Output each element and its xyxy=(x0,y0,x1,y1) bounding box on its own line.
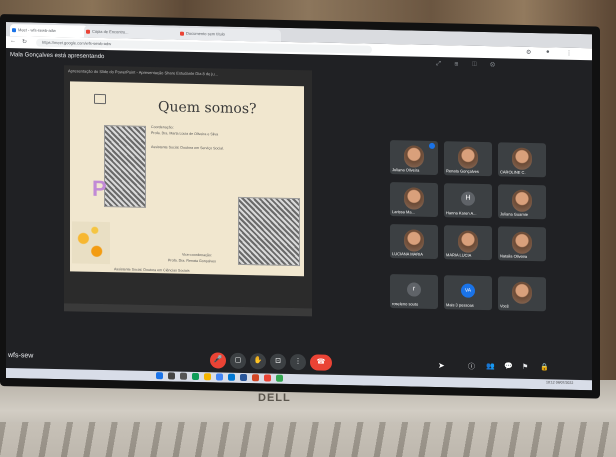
participant-name: Você xyxy=(500,303,509,309)
mic-button[interactable]: 🎤 xyxy=(210,352,226,369)
avatar: VA xyxy=(461,283,475,298)
slides-favicon-icon xyxy=(86,29,90,34)
mouse-cursor-icon: ➤ xyxy=(438,361,445,371)
participant-video xyxy=(404,187,424,210)
participant-tile[interactable]: MARIA LUCIA xyxy=(444,225,492,261)
edge-icon[interactable] xyxy=(192,372,199,381)
laptop-screen: Meet - wfs-sewb-adw Cópia de Encontro...… xyxy=(6,22,592,391)
participant-name: Mais 3 pessoas xyxy=(446,302,474,308)
more-participants-tile[interactable]: VA Mais 3 pessoas xyxy=(444,275,492,311)
menu-icon[interactable]: ⋮ xyxy=(566,50,572,57)
chrome-icon[interactable] xyxy=(264,374,271,382)
meet-favicon-icon xyxy=(12,28,16,33)
date: 08/07/2022 xyxy=(555,380,574,385)
more-options-button[interactable]: ⋮ xyxy=(290,353,306,371)
hangup-button[interactable]: ☎ xyxy=(310,354,332,371)
flowers-image xyxy=(72,221,110,265)
back-icon[interactable]: ← xyxy=(10,38,16,44)
host-controls-icon[interactable]: 🔒 xyxy=(540,363,549,371)
task-view-icon[interactable] xyxy=(180,372,187,380)
participant-video xyxy=(404,145,424,168)
self-tile[interactable]: Você xyxy=(498,276,546,312)
reload-icon[interactable]: ↻ xyxy=(22,38,27,45)
participant-name: Larissa Ma... xyxy=(392,209,415,215)
search-icon[interactable] xyxy=(168,372,175,380)
coordinator-photo xyxy=(104,125,146,208)
coordination-heading: Coordenação: xyxy=(151,125,174,130)
participant-name: Renata Gonçalves xyxy=(446,168,479,174)
participant-tile[interactable]: LUCIANA MARIA xyxy=(390,224,438,260)
participant-video xyxy=(404,229,424,252)
view-options[interactable]: ⤢ ⊞ ◫ ⚙ xyxy=(436,61,501,69)
meeting-code: wfs-sew xyxy=(8,352,34,360)
participant-name: LUCIANA MARIA xyxy=(392,251,423,257)
participant-video xyxy=(512,147,532,171)
slide-letter: P xyxy=(92,175,107,202)
app-icon[interactable] xyxy=(276,374,283,382)
keyboard xyxy=(0,422,616,457)
participant-name: Juliana Oliveira xyxy=(392,167,420,173)
participant-name: CAROLINE C. xyxy=(500,169,526,175)
tab-label: Documento sem título xyxy=(186,30,225,37)
book-icon xyxy=(94,93,106,105)
avatar: H xyxy=(461,191,475,206)
extensions-icon[interactable]: ⚙ xyxy=(526,49,531,56)
explorer-icon[interactable] xyxy=(204,373,211,381)
participant-video xyxy=(458,146,478,169)
people-icon[interactable]: 👥 xyxy=(486,362,495,370)
camera-button[interactable]: ▢ xyxy=(230,352,246,370)
vice-heading: Vice-coordenação: xyxy=(182,252,212,258)
participant-video xyxy=(458,230,478,253)
word-icon[interactable] xyxy=(240,373,247,382)
participant-tile[interactable]: r roseleno souto xyxy=(390,274,438,310)
start-icon[interactable] xyxy=(156,372,163,380)
tab-label: Meet - wfs-sewb-adw xyxy=(18,27,56,34)
participant-tile[interactable]: Natalia Oliveira xyxy=(498,226,546,262)
tab-label: Cópia de Encontro... xyxy=(92,28,129,35)
participant-video xyxy=(512,189,532,213)
raise-hand-button[interactable]: ✋ xyxy=(250,353,266,370)
profile-icon[interactable]: ● xyxy=(546,49,550,55)
participant-video xyxy=(512,281,532,305)
participant-tile[interactable]: Juliana Guarnie xyxy=(498,184,546,220)
presenter-banner: Mala Gonçalves está apresentando xyxy=(10,52,105,61)
mail-icon[interactable] xyxy=(228,373,235,381)
participant-tile[interactable]: CAROLINE C. xyxy=(498,142,546,178)
participant-tile[interactable]: Larissa Ma... xyxy=(390,182,438,218)
powerpoint-icon[interactable] xyxy=(252,374,259,382)
activities-icon[interactable]: ⚑ xyxy=(522,363,528,371)
avatar: r xyxy=(407,282,421,297)
store-icon[interactable] xyxy=(216,373,223,381)
doc-favicon-icon xyxy=(180,31,184,36)
participant-tile[interactable]: H Hanna Karen A... xyxy=(444,183,492,219)
time: 10:12 xyxy=(546,380,555,385)
info-icon[interactable]: ⓘ xyxy=(468,362,475,372)
vice-coordinator-photo xyxy=(238,196,300,267)
participant-tile[interactable]: Juliana Oliveira xyxy=(390,140,438,176)
participant-video xyxy=(512,231,532,255)
participant-name: Natalia Oliveira xyxy=(500,253,528,259)
participant-name: roseleno souto xyxy=(392,301,419,307)
slide-title: Quem somos? xyxy=(158,99,257,118)
chat-icon[interactable]: 💬 xyxy=(504,362,513,370)
participant-name: Juliana Guarnie xyxy=(500,211,529,217)
participant-name: MARIA LUCIA xyxy=(446,252,472,258)
participant-tile[interactable]: Renata Gonçalves xyxy=(444,141,492,177)
taskbar-clock: 10:12 08/07/2022 xyxy=(546,380,573,385)
present-button[interactable]: ⊡ xyxy=(270,353,286,370)
laptop-brand-logo: DELL xyxy=(258,392,291,404)
participant-name: Hanna Karen A... xyxy=(446,210,477,216)
speaking-icon xyxy=(429,142,435,149)
